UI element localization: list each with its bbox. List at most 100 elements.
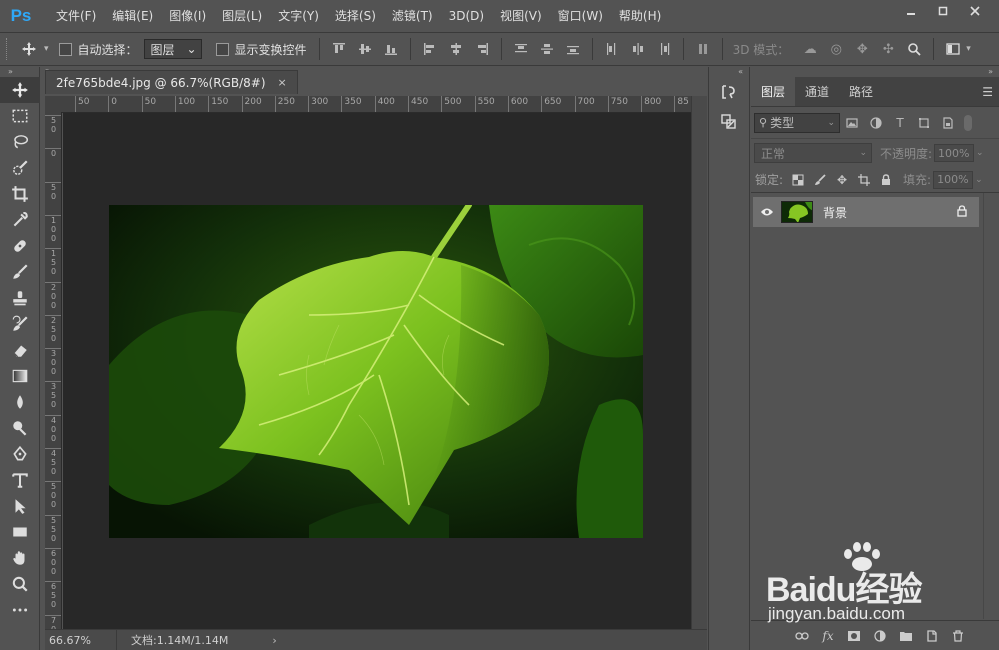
filter-adjustment-icon[interactable] — [864, 116, 888, 129]
menu-select[interactable]: 选择(S) — [327, 0, 384, 32]
history-brush-tool-icon[interactable] — [0, 311, 40, 337]
fill-input[interactable]: 100% — [933, 170, 974, 189]
3d-pan-icon[interactable]: ✥ — [851, 38, 873, 60]
zoom-tool-icon[interactable] — [0, 571, 40, 597]
clone-stamp-tool-icon[interactable] — [0, 285, 40, 311]
menu-3d[interactable]: 3D(D) — [441, 0, 492, 32]
pen-tool-icon[interactable] — [0, 441, 40, 467]
dodge-tool-icon[interactable] — [0, 415, 40, 441]
lock-position-icon[interactable]: ✥ — [831, 173, 853, 187]
brush-tool-icon[interactable] — [0, 259, 40, 285]
options-grip[interactable] — [6, 38, 14, 60]
align-vcenter-icon[interactable] — [354, 38, 376, 60]
auto-select-target-dropdown[interactable]: 图层 ⌄ — [143, 39, 202, 59]
trash-icon[interactable] — [945, 629, 971, 642]
add-mask-icon[interactable] — [841, 630, 867, 642]
layer-filter-kind-dropdown[interactable]: ⚲ 类型 ⌄ — [754, 112, 840, 133]
move-tool-icon[interactable] — [0, 77, 40, 103]
lock-artboard-icon[interactable] — [853, 173, 875, 186]
3d-scale-icon[interactable] — [903, 38, 925, 60]
type-tool-icon[interactable] — [0, 467, 40, 493]
show-transform-checkbox[interactable] — [215, 42, 229, 56]
hand-tool-icon[interactable] — [0, 545, 40, 571]
distribute-bottom-icon[interactable] — [562, 38, 584, 60]
auto-align-icon[interactable] — [692, 38, 714, 60]
layer-style-fx-icon[interactable]: fx — [815, 629, 841, 643]
auto-select-checkbox[interactable] — [58, 42, 72, 56]
workspace-icon[interactable] — [942, 38, 964, 60]
marquee-tool-icon[interactable] — [0, 103, 40, 129]
horizontal-ruler[interactable]: 50 0 50 100 150 200 250 300 350 400 450 500 550 600 65… — [61, 96, 691, 113]
rectangle-tool-icon[interactable] — [0, 519, 40, 545]
tab-layers[interactable]: 图层 — [751, 77, 796, 106]
tab-channels[interactable]: 通道 — [795, 77, 839, 106]
menu-layer[interactable]: 图层(L) — [214, 0, 270, 32]
ruler-corner[interactable] — [45, 96, 62, 113]
filter-pixel-icon[interactable] — [840, 117, 864, 129]
chevron-down-icon[interactable]: ⌄ — [975, 175, 983, 185]
more-tools-icon[interactable] — [0, 597, 40, 623]
vertical-ruler[interactable]: 5 0 0 5 0 1 0 0 1 5 0 2 0 0 2 5 0 3 0 0 3 5 0 4 0… — [45, 113, 62, 629]
opacity-input[interactable]: 100% — [934, 144, 975, 162]
expand-chevrons-icon[interactable]: » — [0, 67, 39, 77]
close-icon[interactable] — [959, 0, 991, 22]
3d-slide-icon[interactable]: ✣ — [877, 38, 899, 60]
lock-all-icon[interactable] — [875, 173, 897, 186]
layers-scrollbar[interactable] — [983, 193, 999, 619]
lock-transparent-pixels-icon[interactable] — [787, 174, 809, 186]
menu-edit[interactable]: 编辑(E) — [104, 0, 161, 32]
collapse-chevrons-icon[interactable]: « — [709, 67, 749, 77]
eyedropper-tool-icon[interactable] — [0, 207, 40, 233]
align-bottom-icon[interactable] — [380, 38, 402, 60]
align-left-icon[interactable] — [419, 38, 441, 60]
gradient-tool-icon[interactable] — [0, 363, 40, 389]
filter-smart-object-icon[interactable] — [936, 116, 960, 129]
eye-icon[interactable] — [753, 207, 781, 217]
history-panel-icon[interactable] — [709, 77, 749, 107]
filter-type-icon[interactable]: T — [888, 116, 912, 130]
lock-image-pixels-icon[interactable] — [809, 173, 831, 186]
chevron-right-icon[interactable]: › — [272, 634, 276, 647]
distribute-right-icon[interactable] — [653, 38, 675, 60]
menu-help[interactable]: 帮助(H) — [611, 0, 669, 32]
filter-shape-icon[interactable] — [912, 117, 936, 129]
chevron-down-icon[interactable]: ▾ — [966, 44, 971, 54]
distribute-left-icon[interactable] — [601, 38, 623, 60]
adjustment-layer-icon[interactable] — [867, 629, 893, 642]
eraser-tool-icon[interactable] — [0, 337, 40, 363]
zoom-level[interactable]: 66.67% — [45, 630, 117, 650]
blur-tool-icon[interactable] — [0, 389, 40, 415]
menu-file[interactable]: 文件(F) — [48, 0, 104, 32]
menu-window[interactable]: 窗口(W) — [550, 0, 611, 32]
close-icon[interactable]: × — [278, 76, 287, 89]
menu-view[interactable]: 视图(V) — [492, 0, 550, 32]
properties-panel-icon[interactable] — [709, 107, 749, 137]
crop-tool-icon[interactable] — [0, 181, 40, 207]
quick-select-tool-icon[interactable] — [0, 155, 40, 181]
filter-toggle-switch[interactable] — [964, 114, 972, 131]
move-tool-preset-icon[interactable] — [14, 38, 44, 60]
new-layer-icon[interactable] — [919, 629, 945, 642]
align-hcenter-icon[interactable] — [445, 38, 467, 60]
restore-icon[interactable] — [927, 0, 959, 22]
align-top-icon[interactable] — [328, 38, 350, 60]
chevron-down-icon[interactable]: ⌄ — [976, 148, 984, 158]
3d-orbit-icon[interactable]: ☁ — [799, 38, 821, 60]
menu-filter[interactable]: 滤镜(T) — [384, 0, 441, 32]
path-selection-tool-icon[interactable] — [0, 493, 40, 519]
new-group-folder-icon[interactable] — [893, 630, 919, 642]
vertical-scrollbar[interactable] — [691, 96, 707, 629]
document-tab[interactable]: 2fe765bde4.jpg @ 66.7%(RGB/8#) × — [45, 70, 298, 94]
layer-row[interactable]: 背景 — [753, 197, 979, 227]
minimize-icon[interactable] — [895, 0, 927, 22]
lasso-tool-icon[interactable] — [0, 129, 40, 155]
distribute-top-icon[interactable] — [510, 38, 532, 60]
distribute-hcenter-icon[interactable] — [627, 38, 649, 60]
3d-roll-icon[interactable]: ◎ — [825, 38, 847, 60]
chevron-down-icon[interactable]: ▾ — [44, 44, 49, 54]
healing-brush-tool-icon[interactable] — [0, 233, 40, 259]
collapse-chevrons-icon[interactable]: » — [751, 67, 999, 77]
tab-paths[interactable]: 路径 — [839, 77, 883, 106]
link-layers-icon[interactable] — [789, 631, 815, 641]
menu-type[interactable]: 文字(Y) — [270, 0, 327, 32]
